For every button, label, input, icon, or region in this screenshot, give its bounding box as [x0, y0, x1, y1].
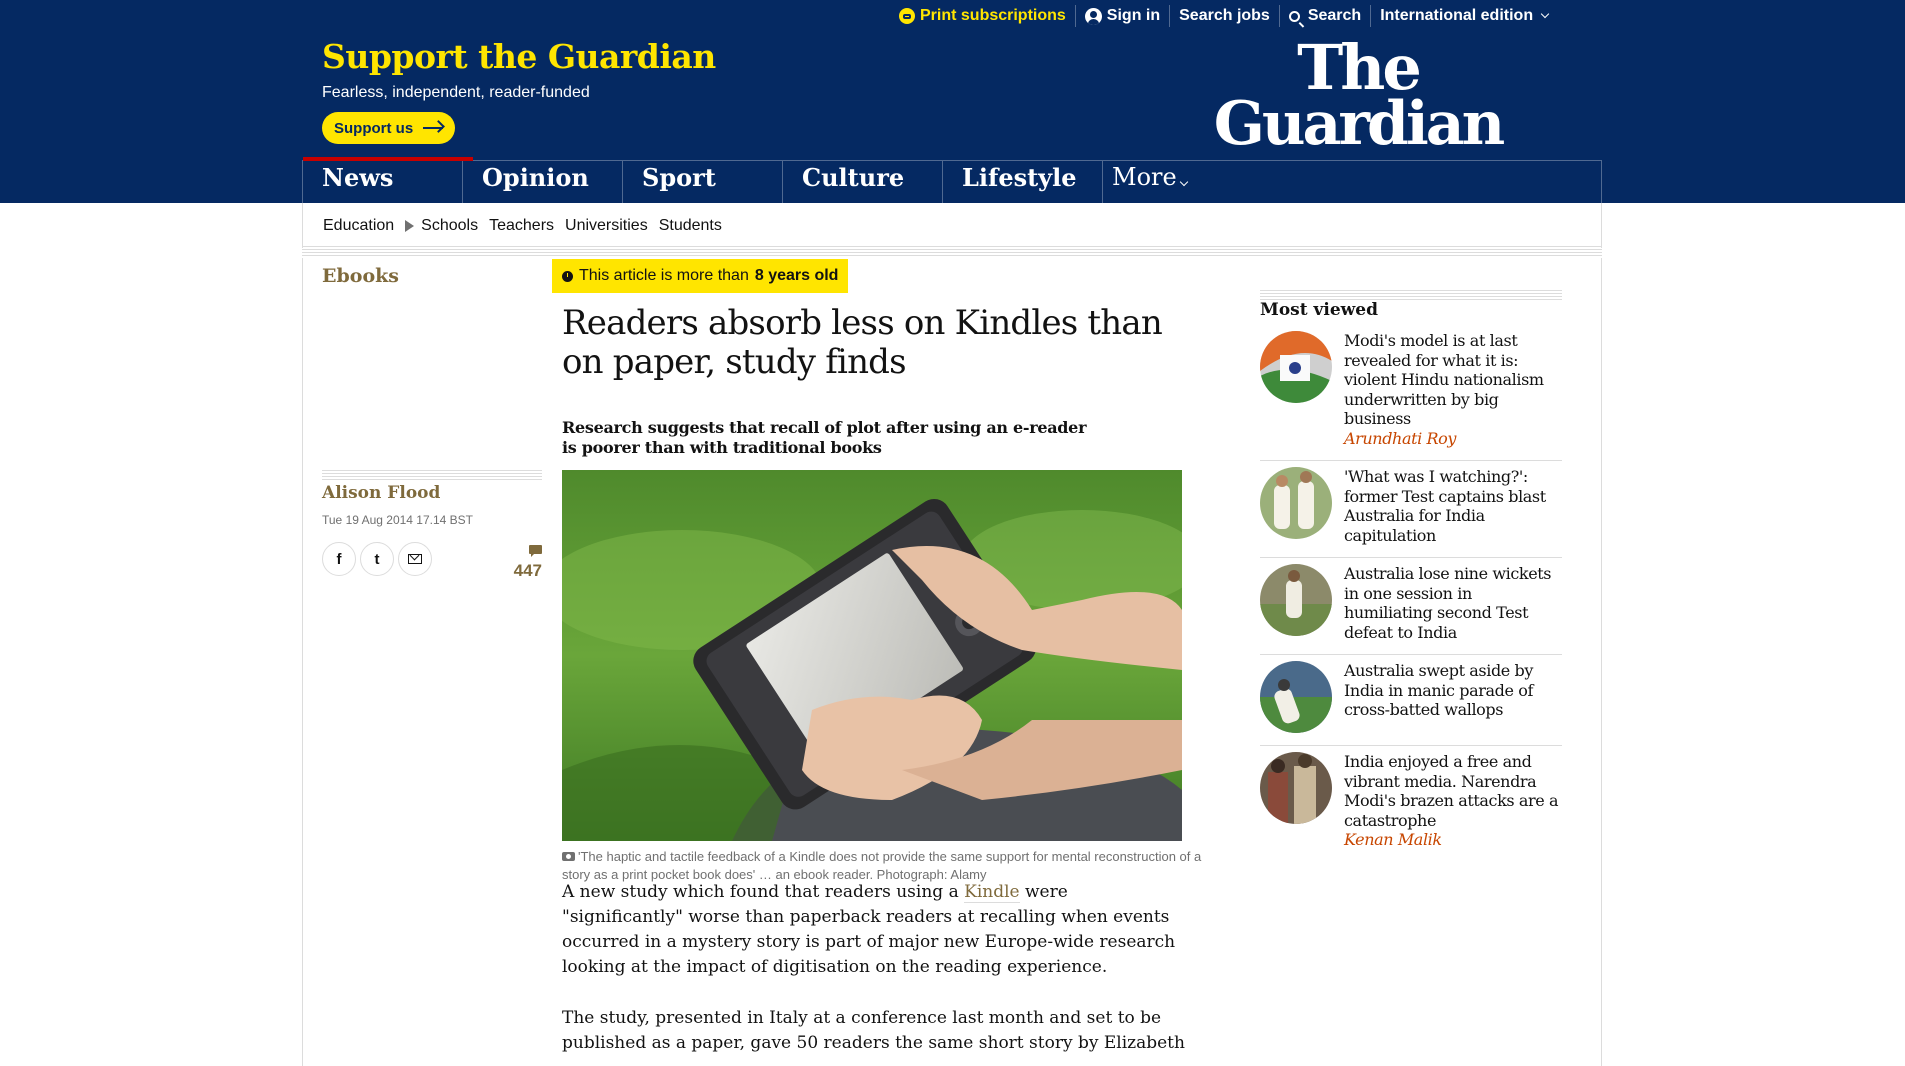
subnav-schools[interactable]: Schools [421, 217, 478, 235]
chevron-down-icon [1540, 9, 1550, 19]
arrow-right-icon [423, 127, 444, 129]
pillar-nav: News Opinion Sport Culture Lifestyle Mor… [302, 157, 1602, 203]
nav-pillar-opinion[interactable]: Opinion [462, 161, 622, 203]
print-subscriptions-link[interactable]: Print subscriptions [890, 5, 1075, 27]
clock-icon [562, 270, 573, 282]
thumbnail [1260, 564, 1332, 636]
chevron-down-icon [1179, 177, 1188, 187]
thumbnail [1260, 661, 1332, 733]
meta-divider [322, 470, 542, 480]
support-us-button[interactable]: Support us [322, 112, 456, 144]
article-paragraph-2: The study, presented in Italy at a confe… [562, 1008, 1185, 1053]
subnav-teachers[interactable]: Teachers [489, 217, 554, 235]
support-title: Support the Guardian [322, 37, 716, 76]
subnav-students[interactable]: Students [659, 217, 722, 235]
share-facebook-button[interactable]: f [322, 542, 356, 576]
publish-date: Tue 19 Aug 2014 17.14 BST [322, 513, 474, 527]
article-headline: Readers absorb less on Kindles than on p… [562, 303, 1163, 382]
breadcrumb-arrow-icon [405, 219, 415, 232]
thumbnail [1260, 331, 1332, 403]
nav-pillar-news[interactable]: News [302, 157, 473, 203]
guardian-logo[interactable]: The Guardian [1208, 37, 1508, 155]
camera-icon [562, 852, 575, 861]
most-viewed-title: Most viewed [1260, 300, 1378, 320]
kindle-link[interactable]: Kindle [964, 882, 1020, 903]
thumbnail [1260, 752, 1332, 824]
user-icon [1084, 7, 1102, 25]
comment-count[interactable]: 447 [500, 541, 542, 581]
most-viewed-item[interactable]: 'What was I watching?': former Test capt… [1260, 460, 1562, 557]
twitter-icon: t [374, 550, 380, 568]
nav-pillar-culture[interactable]: Culture [782, 161, 942, 203]
search-link[interactable]: Search [1278, 5, 1370, 27]
facebook-icon: f [336, 550, 342, 568]
comment-icon [529, 545, 542, 557]
support-subtitle: Fearless, independent, reader-funded [322, 84, 590, 101]
share-twitter-button[interactable]: t [360, 542, 394, 576]
subnav-education[interactable]: Education [323, 217, 394, 235]
sign-in-link[interactable]: Sign in [1074, 5, 1169, 27]
search-jobs-link[interactable]: Search jobs [1169, 5, 1279, 27]
ebook-reader-photo [562, 470, 1182, 841]
most-viewed-item[interactable]: Australia swept aside by India in manic … [1260, 654, 1562, 745]
section-divider [302, 246, 1602, 256]
edition-selector[interactable]: International edition [1370, 5, 1557, 27]
sub-navigation: Education Schools Teachers Universities … [302, 203, 1602, 248]
nav-pillar-lifestyle[interactable]: Lifestyle [942, 161, 1102, 203]
share-email-button[interactable] [398, 542, 432, 576]
most-viewed-item[interactable]: India enjoyed a free and vibrant media. … [1260, 745, 1562, 862]
most-viewed-item[interactable]: Modi's model is at last revealed for wha… [1260, 325, 1562, 460]
share-buttons: f t [322, 542, 432, 576]
most-viewed-item[interactable]: Australia lose nine wickets in one sessi… [1260, 557, 1562, 654]
thumbnail [1260, 467, 1332, 539]
image-caption: 'The haptic and tactile feedback of a Ki… [562, 849, 1202, 882]
nav-pillar-sport[interactable]: Sport [622, 161, 782, 203]
search-icon [1288, 10, 1300, 22]
article-main-image [562, 470, 1182, 841]
article-standfirst: Research suggests that recall of plot af… [562, 418, 1087, 457]
nav-more-menu[interactable]: More [1102, 161, 1601, 203]
email-icon [408, 554, 422, 564]
most-viewed-list: Modi's model is at last revealed for wha… [1260, 325, 1562, 862]
top-utility-bar: Print subscriptions Sign in Search jobs … [0, 0, 1905, 32]
most-viewed-divider [1260, 290, 1562, 300]
series-label[interactable]: Ebooks [322, 265, 399, 287]
utility-links: Print subscriptions Sign in Search jobs … [890, 0, 1557, 32]
article-paragraph-1: A new study which found that readers usi… [562, 882, 1176, 977]
subnav-universities[interactable]: Universities [565, 217, 648, 235]
newspaper-icon [899, 8, 915, 24]
author-byline[interactable]: Alison Flood [322, 483, 440, 503]
article-age-warning: This article is more than 8 years old [552, 259, 849, 293]
